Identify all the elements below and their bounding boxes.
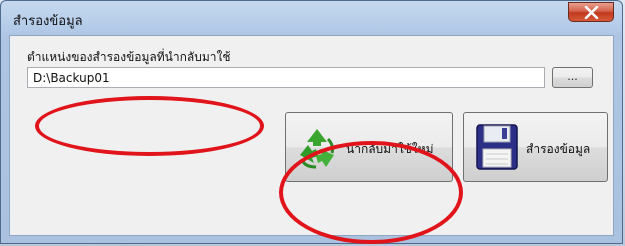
recycle-icon (300, 129, 334, 169)
title-bar[interactable]: สำรองข้อมูล (1, 1, 622, 35)
browse-button[interactable]: ... (552, 67, 593, 88)
close-icon (584, 6, 599, 19)
backup-button[interactable]: สำรองข้อมูล (463, 112, 608, 182)
restore-button-label: นำกลับมาใช้ใหม่ (346, 142, 434, 156)
backup-path-input[interactable] (27, 67, 545, 88)
floppy-disk-icon (476, 124, 518, 170)
restore-button[interactable]: นำกลับมาใช้ใหม่ (285, 112, 453, 182)
backup-folder-label: ตำแหน่งของสำรองข้อมูลที่นำกลับมาใช้ (27, 50, 231, 64)
backup-dialog: สำรองข้อมูล ตำแหน่งของสำรองข้อมูลที่นำกล… (0, 0, 623, 244)
window-title: สำรองข้อมูล (13, 14, 83, 29)
backup-button-label: สำรองข้อมูล (526, 142, 591, 156)
close-button[interactable] (568, 2, 614, 22)
